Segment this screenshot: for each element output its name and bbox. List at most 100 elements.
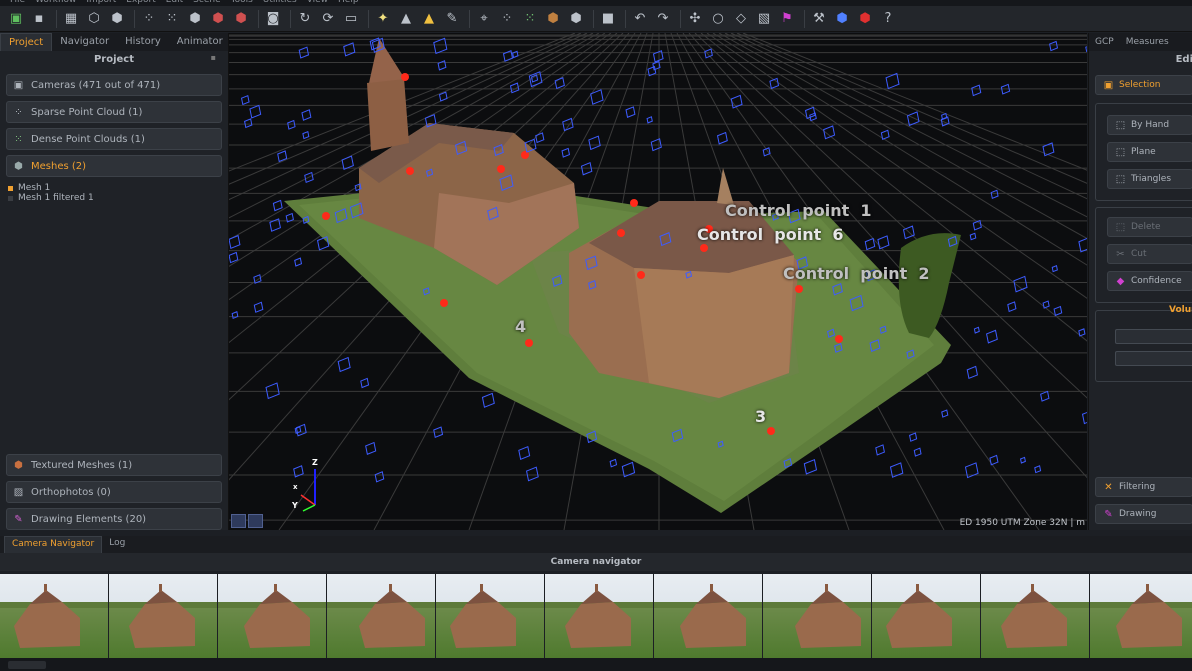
grid-icon[interactable]: ▦ bbox=[61, 9, 81, 29]
save-icon[interactable]: ▪ bbox=[29, 9, 49, 29]
sparse-icon[interactable]: ⁘ bbox=[139, 9, 159, 29]
triangles-button[interactable]: ⬚ Triangles bbox=[1107, 169, 1192, 189]
camera-thumbnail[interactable] bbox=[327, 574, 435, 658]
toolbar-separator bbox=[290, 9, 291, 28]
menu-item-workflow[interactable]: Workflow bbox=[35, 0, 76, 5]
control-point-label[interactable]: Control point 6 bbox=[697, 225, 844, 244]
help-icon[interactable]: ? bbox=[878, 9, 898, 29]
tab-animator[interactable]: Animator bbox=[169, 33, 231, 51]
redo-icon[interactable]: ↷ bbox=[653, 9, 673, 29]
cube-small-icon[interactable]: ⬢ bbox=[543, 9, 563, 29]
camera-thumbnail[interactable] bbox=[218, 574, 326, 658]
view-options-icon[interactable] bbox=[248, 514, 263, 528]
camera-frustum bbox=[588, 135, 601, 151]
confidence-button[interactable]: ◆ Confidence bbox=[1107, 271, 1192, 291]
delete-button[interactable]: ⬚ Delete bbox=[1107, 217, 1192, 237]
tool-icon[interactable]: ✣ bbox=[685, 9, 705, 29]
panel-title: Project ▪ bbox=[0, 51, 228, 69]
stop-icon[interactable]: ■ bbox=[598, 9, 618, 29]
camera-frustum bbox=[906, 111, 920, 127]
points-icon[interactable]: ⁘ bbox=[497, 9, 517, 29]
box-icon[interactable]: ⬡ bbox=[84, 9, 104, 29]
flag-icon[interactable]: ⚑ bbox=[777, 9, 797, 29]
control-point-marker bbox=[617, 229, 625, 237]
camera-thumbnail[interactable] bbox=[872, 574, 980, 658]
camera-thumbnail[interactable] bbox=[109, 574, 217, 658]
group-cameras[interactable]: ▣ Cameras (471 out of 471) bbox=[6, 74, 222, 96]
camera-thumbnail[interactable] bbox=[763, 574, 871, 658]
brush-icon[interactable]: ✎ bbox=[442, 9, 462, 29]
tab-gcp[interactable]: GCP bbox=[1089, 33, 1120, 51]
group-dense-point-clouds[interactable]: ⁙ Dense Point Clouds (1) bbox=[6, 128, 222, 150]
lasso-icon[interactable]: ⁙ bbox=[520, 9, 540, 29]
menu-item-export[interactable]: Export bbox=[126, 0, 155, 5]
camera-thumbnail[interactable] bbox=[545, 574, 653, 658]
wrench-icon[interactable]: ⚒ bbox=[809, 9, 829, 29]
control-point-label[interactable]: 4 bbox=[515, 317, 526, 336]
tab-history[interactable]: History bbox=[117, 33, 169, 51]
volume-input[interactable] bbox=[1115, 351, 1192, 366]
group-sparse-point-cloud[interactable]: ⁘ Sparse Point Cloud (1) bbox=[6, 101, 222, 123]
drawing-button[interactable]: ✎ Drawing bbox=[1095, 504, 1192, 524]
group-drawing-elements[interactable]: ✎ Drawing Elements (20) bbox=[6, 508, 222, 530]
color-icon[interactable]: ▲ bbox=[419, 9, 439, 29]
camera-thumbnail[interactable] bbox=[1090, 574, 1192, 658]
select-icon[interactable]: ⌖ bbox=[474, 9, 494, 29]
by-hand-button[interactable]: ⬚ By Hand bbox=[1107, 115, 1192, 135]
list-item[interactable]: Mesh 1 bbox=[8, 183, 228, 193]
rotate-icon[interactable]: ↻ bbox=[295, 9, 315, 29]
list-item[interactable]: Mesh 1 filtered 1 bbox=[8, 193, 228, 203]
menu-item-edit[interactable]: Edit bbox=[166, 0, 183, 5]
mesh-icon[interactable]: ⬢ bbox=[185, 9, 205, 29]
menu-item-file[interactable]: File bbox=[10, 0, 25, 5]
camera-thumbnail[interactable] bbox=[0, 574, 108, 658]
tab-log[interactable]: Log bbox=[102, 536, 132, 553]
camera-thumbnail[interactable] bbox=[981, 574, 1089, 658]
view-cube-icon[interactable]: ⬢ bbox=[832, 9, 852, 29]
view-mode-icon[interactable] bbox=[231, 514, 246, 528]
orbit-icon[interactable]: ⟳ bbox=[318, 9, 338, 29]
cut-button[interactable]: ✂ Cut bbox=[1107, 244, 1192, 264]
3d-viewport[interactable]: Control point 1 Control point 6 Control … bbox=[229, 33, 1087, 530]
viewport-buttons bbox=[231, 514, 265, 528]
menu-item-view[interactable]: View bbox=[307, 0, 328, 5]
camera-icon[interactable]: ◙ bbox=[263, 9, 283, 29]
menu-item-scene[interactable]: Scene bbox=[193, 0, 220, 5]
dense-icon[interactable]: ⁙ bbox=[162, 9, 182, 29]
red-cube-icon[interactable]: ⬢ bbox=[855, 9, 875, 29]
fit-icon[interactable]: ▭ bbox=[341, 9, 361, 29]
pin-icon[interactable]: ▪ bbox=[211, 53, 216, 62]
tab-project[interactable]: Project bbox=[0, 33, 53, 51]
box-small-icon[interactable]: ⬢ bbox=[566, 9, 586, 29]
selection-button[interactable]: ▣ Selection bbox=[1095, 75, 1192, 95]
shading-icon[interactable]: ▲ bbox=[396, 9, 416, 29]
new-project-icon[interactable]: ▣ bbox=[6, 9, 26, 29]
tab-measures[interactable]: Measures bbox=[1120, 33, 1175, 51]
menu-item-utilities[interactable]: Utilities bbox=[263, 0, 297, 5]
undo-icon[interactable]: ↶ bbox=[630, 9, 650, 29]
hatch-icon[interactable]: ▧ bbox=[754, 9, 774, 29]
light-icon[interactable]: ✦ bbox=[373, 9, 393, 29]
tab-camera-navigator[interactable]: Camera Navigator bbox=[4, 536, 103, 553]
camera-frustum bbox=[880, 129, 890, 140]
menu-item-import[interactable]: Import bbox=[86, 0, 116, 5]
group-meshes[interactable]: ⬢ Meshes (2) bbox=[6, 155, 222, 177]
filtering-button[interactable]: ✕ Filtering bbox=[1095, 477, 1192, 497]
ortho-icon[interactable]: ⬢ bbox=[231, 9, 251, 29]
texture-icon[interactable]: ⬢ bbox=[208, 9, 228, 29]
volume-input[interactable] bbox=[1115, 329, 1192, 344]
tab-navigator[interactable]: Navigator bbox=[52, 33, 117, 51]
menu-item-tools[interactable]: Tools bbox=[231, 0, 253, 5]
plane-icon[interactable]: ◇ bbox=[731, 9, 751, 29]
camera-thumbnail[interactable] bbox=[436, 574, 544, 658]
group-orthophotos[interactable]: ▨ Orthophotos (0) bbox=[6, 481, 222, 503]
group-textured-meshes[interactable]: ⬢ Textured Meshes (1) bbox=[6, 454, 222, 476]
plane-button[interactable]: ⬚ Plane bbox=[1107, 142, 1192, 162]
menu-item-help[interactable]: Help bbox=[338, 0, 359, 5]
control-point-label[interactable]: 3 bbox=[755, 407, 766, 426]
cube-icon[interactable]: ⬢ bbox=[107, 9, 127, 29]
control-point-label[interactable]: Control point 2 bbox=[783, 264, 930, 283]
circle-icon[interactable]: ○ bbox=[708, 9, 728, 29]
camera-thumbnail[interactable] bbox=[654, 574, 762, 658]
control-point-label[interactable]: Control point 1 bbox=[725, 201, 872, 220]
